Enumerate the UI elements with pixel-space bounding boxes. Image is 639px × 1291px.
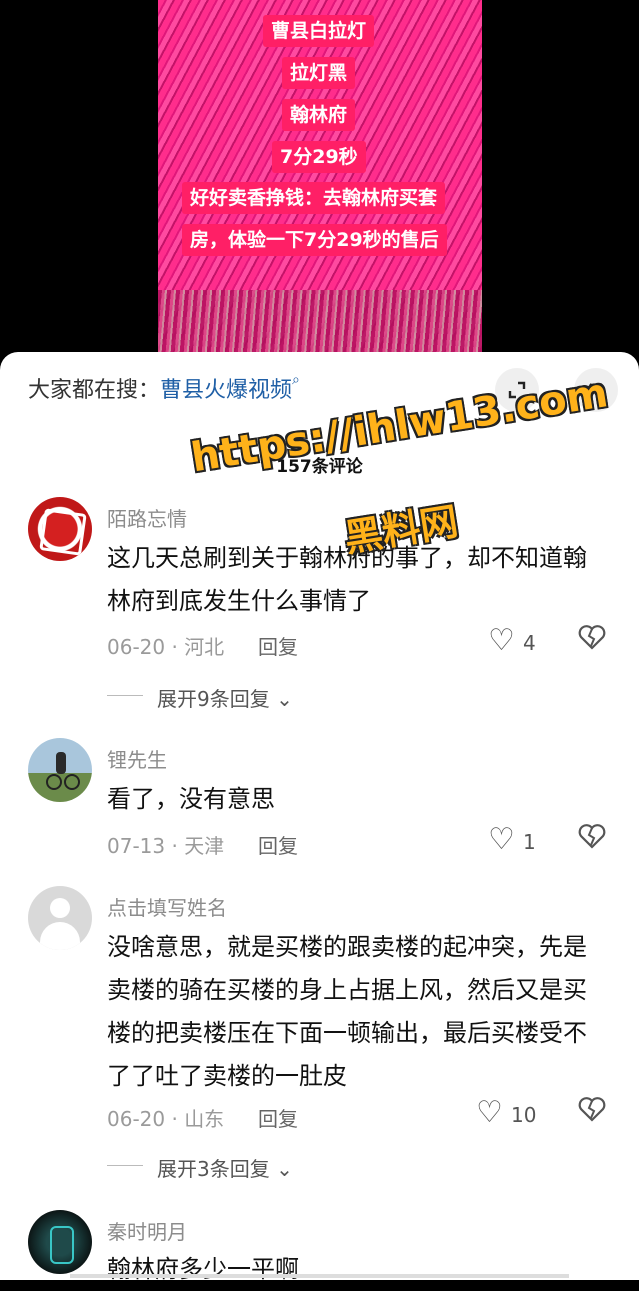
broken-heart-icon[interactable] xyxy=(578,624,606,657)
reply-button[interactable]: 回复 xyxy=(258,631,298,660)
expand-divider xyxy=(107,1165,143,1166)
expand-replies-button[interactable]: 展开9条回复 ⌄ xyxy=(157,683,293,712)
search-icon: ⌕ xyxy=(292,372,300,388)
like-count: 1 xyxy=(523,830,536,854)
video-caption: 曹县白拉灯 xyxy=(263,15,375,47)
comment-text: 看了，没有意思 xyxy=(107,785,275,813)
comment-date-location: 06-20 · 山东 xyxy=(107,1107,225,1131)
username[interactable]: 陌路忘情 xyxy=(107,503,187,532)
reply-button[interactable]: 回复 xyxy=(258,830,298,859)
comment-text: 没啥意思，就是买楼的跟卖楼的起冲突，先是卖楼的骑在买楼的身上占据上风，然后又是买… xyxy=(107,933,587,1090)
broken-heart-icon[interactable] xyxy=(578,1096,606,1129)
heart-icon[interactable]: ♡ xyxy=(476,1095,503,1130)
comment-sheet: 大家都在搜：曹县火爆视频⌕ 157条评论 陌路忘情 这几天总刷到关于翰林府的事了… xyxy=(0,352,639,1283)
video-caption: 翰林府 xyxy=(282,99,356,131)
comment-date-location: 06-20 · 河北 xyxy=(107,635,225,659)
comment-date-location: 07-13 · 天津 xyxy=(107,834,225,858)
heart-icon[interactable]: ♡ xyxy=(488,822,515,857)
expand-label: 展开3条回复 xyxy=(157,1157,270,1181)
heart-icon[interactable]: ♡ xyxy=(488,623,515,658)
chevron-down-icon: ⌄ xyxy=(269,687,293,711)
video-caption: 好好卖香挣钱：去翰林府买套 xyxy=(182,182,446,214)
scroll-indicator xyxy=(70,1274,569,1278)
username[interactable]: 点击填写姓名 xyxy=(107,892,227,921)
expand-label: 展开9条回复 xyxy=(157,687,270,711)
username[interactable]: 锂先生 xyxy=(107,744,167,773)
expand-replies-button[interactable]: 展开3条回复 ⌄ xyxy=(157,1153,293,1182)
like-count: 10 xyxy=(511,1103,537,1127)
search-suggestion[interactable]: 大家都在搜：曹县火爆视频⌕ xyxy=(28,372,300,404)
avatar[interactable] xyxy=(28,738,92,802)
chevron-down-icon: ⌄ xyxy=(269,1157,293,1181)
broken-heart-icon[interactable] xyxy=(578,823,606,856)
reply-button[interactable]: 回复 xyxy=(258,1103,298,1132)
avatar[interactable] xyxy=(28,1210,92,1274)
video-area[interactable]: 曹县白拉灯 拉灯黑 翰林府 7分29秒 好好卖香挣钱：去翰林府买套 房，体验一下… xyxy=(0,0,639,370)
avatar[interactable] xyxy=(28,886,92,950)
search-link[interactable]: 曹县火爆视频 xyxy=(160,378,292,403)
search-prefix: 大家都在搜： xyxy=(28,378,161,403)
comment-text: 翰林府多少一平啊 xyxy=(107,1255,299,1283)
username[interactable]: 秦时明月 xyxy=(107,1216,187,1245)
video-caption: 房，体验一下7分29秒的售后 xyxy=(182,224,447,256)
video-caption: 7分29秒 xyxy=(272,141,366,173)
like-count: 4 xyxy=(523,631,536,655)
video-caption: 拉灯黑 xyxy=(282,57,356,89)
avatar[interactable] xyxy=(28,497,92,561)
video-frame[interactable] xyxy=(158,0,482,360)
expand-divider xyxy=(107,695,143,696)
